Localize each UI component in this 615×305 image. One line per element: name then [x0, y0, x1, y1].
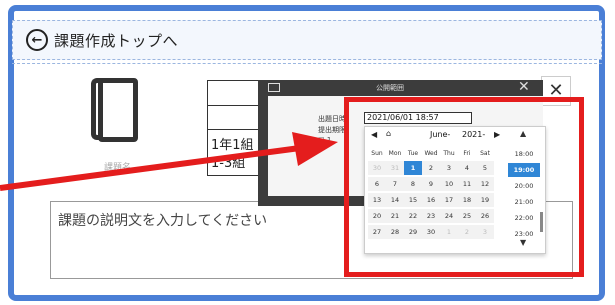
arrow-shaft [0, 145, 301, 191]
arrow-head [292, 132, 338, 166]
red-pointer-arrow [0, 132, 338, 191]
